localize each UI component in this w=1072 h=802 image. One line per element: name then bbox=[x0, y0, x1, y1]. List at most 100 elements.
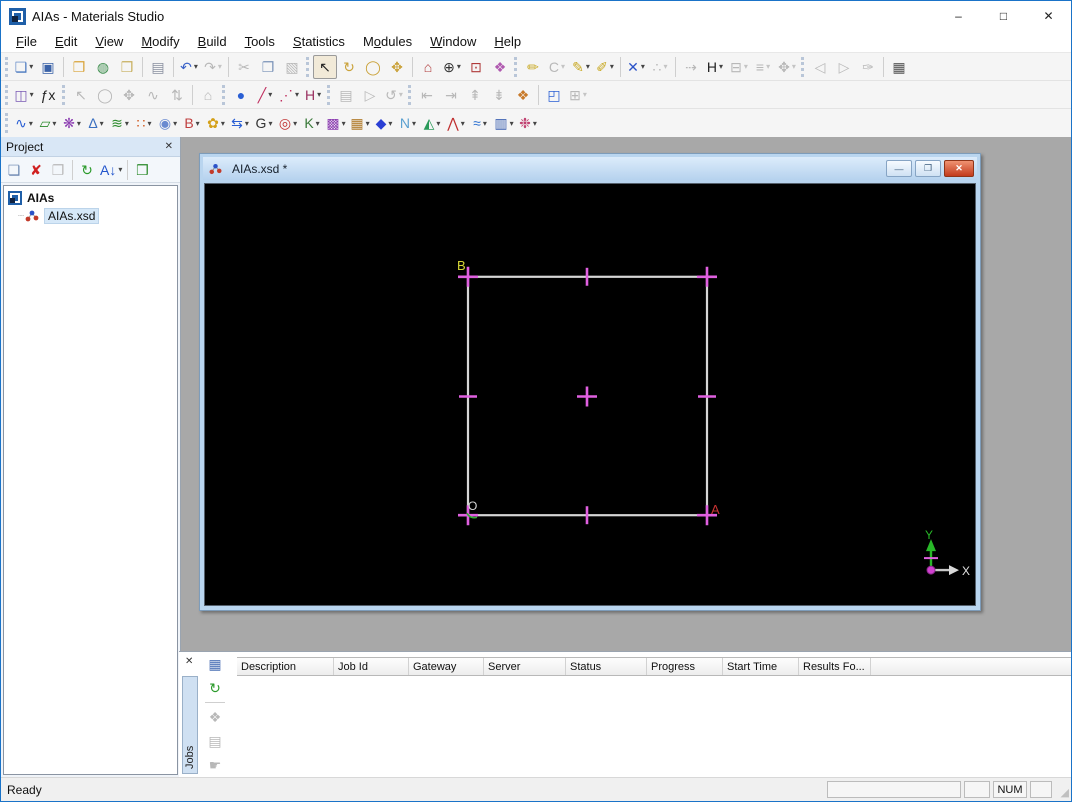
sketch-atom-dropdown-arrow[interactable]: ▾ bbox=[586, 62, 590, 71]
module-onetep-dropdown-arrow[interactable]: ▾ bbox=[412, 119, 416, 128]
module-adsorption-locator-button[interactable]: Δ▾ bbox=[84, 111, 108, 135]
animation-dropdown-arrow[interactable]: ▾ bbox=[30, 90, 34, 99]
menu-tools[interactable]: Tools bbox=[236, 32, 284, 51]
jobs-column-progress[interactable]: Progress bbox=[647, 658, 723, 675]
module-synthia-dropdown-arrow[interactable]: ▾ bbox=[510, 119, 514, 128]
project-sort-dropdown-arrow[interactable]: ▾ bbox=[118, 165, 122, 174]
new-document-dropdown-arrow[interactable]: ▾ bbox=[29, 62, 33, 71]
jobs-column-status[interactable]: Status bbox=[566, 658, 647, 675]
undo-button[interactable]: ↶▾ bbox=[177, 55, 201, 79]
module-mesodyn-button[interactable]: ▦▾ bbox=[348, 111, 372, 135]
menu-window[interactable]: Window bbox=[421, 32, 485, 51]
jobs-refresh-button[interactable]: ↻ bbox=[204, 677, 226, 699]
open-button[interactable]: ❐ bbox=[67, 55, 91, 79]
module-reflex-button[interactable]: ⋀▾ bbox=[444, 111, 468, 135]
menu-edit[interactable]: Edit bbox=[46, 32, 86, 51]
toolbar-grip[interactable] bbox=[5, 85, 8, 105]
bond-partial-button[interactable]: ⋰▾ bbox=[277, 83, 301, 107]
sketch-button[interactable]: ✏ bbox=[521, 55, 545, 79]
jobs-column-job-id[interactable]: Job Id bbox=[334, 658, 409, 675]
module-sorption-dropdown-arrow[interactable]: ▾ bbox=[483, 119, 487, 128]
project-new-button[interactable]: ❏ bbox=[3, 159, 25, 181]
open-web-button[interactable]: ◍ bbox=[91, 55, 115, 79]
module-dmol3-button[interactable]: B▾ bbox=[180, 111, 204, 135]
sketch-atom-button[interactable]: ✎▾ bbox=[569, 55, 593, 79]
module-conformers-dropdown-arrow[interactable]: ▾ bbox=[173, 119, 177, 128]
module-forcite-dropdown-arrow[interactable]: ▾ bbox=[245, 119, 249, 128]
document-title-bar[interactable]: AIAs.xsd * — ❐ ✕ bbox=[203, 157, 977, 180]
menu-modify[interactable]: Modify bbox=[132, 32, 188, 51]
module-vamp-button[interactable]: ❉▾ bbox=[516, 111, 540, 135]
menu-statistics[interactable]: Statistics bbox=[284, 32, 354, 51]
toolbar-grip[interactable] bbox=[801, 57, 804, 77]
module-castep-dropdown-arrow[interactable]: ▾ bbox=[147, 119, 151, 128]
adjust-hydrogen-button[interactable]: H▾ bbox=[703, 55, 727, 79]
module-forcite-button[interactable]: ⇆▾ bbox=[228, 111, 252, 135]
translate-view-button[interactable]: ✥ bbox=[385, 55, 409, 79]
project-explorer-button[interactable]: ❒ bbox=[131, 159, 153, 181]
module-blends-dropdown-arrow[interactable]: ▾ bbox=[77, 119, 81, 128]
function-button[interactable]: ƒx bbox=[36, 83, 60, 107]
selection-mode-button[interactable]: ↖ bbox=[313, 55, 337, 79]
menu-file[interactable]: File bbox=[7, 32, 46, 51]
project-delete-button[interactable]: ✘ bbox=[25, 159, 47, 181]
jobs-panel-close-icon[interactable]: ✕ bbox=[185, 656, 193, 667]
module-gulp-button[interactable]: ◎▾ bbox=[276, 111, 300, 135]
minimize-button[interactable]: – bbox=[936, 1, 981, 31]
module-kinetix-button[interactable]: K▾ bbox=[300, 111, 324, 135]
module-castep-button[interactable]: ∷▾ bbox=[132, 111, 156, 135]
adjust-bond-button[interactable]: ✕▾ bbox=[624, 55, 648, 79]
module-mesocite-dropdown-arrow[interactable]: ▾ bbox=[342, 119, 346, 128]
import-button[interactable]: ❒ bbox=[115, 55, 139, 79]
add-atom-button[interactable]: ● bbox=[229, 83, 253, 107]
menu-help[interactable]: Help bbox=[485, 32, 530, 51]
module-morphology-button[interactable]: ◆▾ bbox=[372, 111, 396, 135]
view-onto-button[interactable]: ⊕▾ bbox=[440, 55, 464, 79]
bond-single-button[interactable]: ╱▾ bbox=[253, 83, 277, 107]
project-refresh-button[interactable]: ↻ bbox=[76, 159, 98, 181]
module-onetep-button[interactable]: N▾ bbox=[396, 111, 420, 135]
menu-modules[interactable]: Modules bbox=[354, 32, 421, 51]
bond-hydrogen-button[interactable]: H▾ bbox=[301, 83, 325, 107]
sketch-ring-button[interactable]: ✐▾ bbox=[593, 55, 617, 79]
module-polymer-builder-button[interactable]: ∿▾ bbox=[12, 111, 36, 135]
module-compass-dropdown-arrow[interactable]: ▾ bbox=[125, 119, 129, 128]
zoom-view-button[interactable]: ◯ bbox=[361, 55, 385, 79]
module-amorphous-cell-dropdown-arrow[interactable]: ▾ bbox=[52, 119, 56, 128]
adjust-hydrogen-dropdown-arrow[interactable]: ▾ bbox=[719, 62, 723, 71]
module-qmera-button[interactable]: ◭▾ bbox=[420, 111, 444, 135]
bond-partial-dropdown-arrow[interactable]: ▾ bbox=[295, 90, 299, 99]
jobs-column-server[interactable]: Server bbox=[484, 658, 566, 675]
animation-button[interactable]: ◫▾ bbox=[12, 83, 36, 107]
print-button[interactable]: ▤ bbox=[146, 55, 170, 79]
module-blends-button[interactable]: ❋▾ bbox=[60, 111, 84, 135]
module-synthia-button[interactable]: ▥▾ bbox=[492, 111, 516, 135]
module-gaussian-dropdown-arrow[interactable]: ▾ bbox=[268, 119, 272, 128]
sketch-ring-dropdown-arrow[interactable]: ▾ bbox=[610, 62, 614, 71]
module-qmera-dropdown-arrow[interactable]: ▾ bbox=[436, 119, 440, 128]
module-reflex-dropdown-arrow[interactable]: ▾ bbox=[461, 119, 465, 128]
copy-button[interactable]: ❐ bbox=[256, 55, 280, 79]
adjust-bond-dropdown-arrow[interactable]: ▾ bbox=[641, 62, 645, 71]
toolbar-grip[interactable] bbox=[408, 85, 411, 105]
module-morphology-dropdown-arrow[interactable]: ▾ bbox=[388, 119, 392, 128]
jobs-gateway-button[interactable]: ▦ bbox=[204, 653, 226, 675]
project-panel-close-icon[interactable]: ✕ bbox=[163, 141, 175, 152]
document-minimize-button[interactable]: — bbox=[886, 160, 912, 177]
module-sorption-button[interactable]: ≈▾ bbox=[468, 111, 492, 135]
module-adsorption-locator-dropdown-arrow[interactable]: ▾ bbox=[100, 119, 104, 128]
module-compass-button[interactable]: ≋▾ bbox=[108, 111, 132, 135]
module-dpd-button[interactable]: ✿▾ bbox=[204, 111, 228, 135]
tree-item-project-root[interactable]: AIAs bbox=[4, 189, 177, 207]
score-button[interactable]: ▦ bbox=[887, 55, 911, 79]
undo-dropdown-arrow[interactable]: ▾ bbox=[194, 62, 198, 71]
resize-grip[interactable]: ◢ bbox=[1055, 781, 1069, 799]
module-dpd-dropdown-arrow[interactable]: ▾ bbox=[221, 119, 225, 128]
module-dmol3-dropdown-arrow[interactable]: ▾ bbox=[196, 119, 200, 128]
bond-single-dropdown-arrow[interactable]: ▾ bbox=[268, 90, 272, 99]
tree-item-structure-document[interactable]: ┈ AIAs.xsd bbox=[4, 207, 177, 225]
zoom-region-button[interactable]: ◰ bbox=[542, 83, 566, 107]
module-amorphous-cell-button[interactable]: ▱▾ bbox=[36, 111, 60, 135]
toolbar-grip[interactable] bbox=[5, 113, 8, 133]
maximize-button[interactable]: □ bbox=[981, 1, 1026, 31]
